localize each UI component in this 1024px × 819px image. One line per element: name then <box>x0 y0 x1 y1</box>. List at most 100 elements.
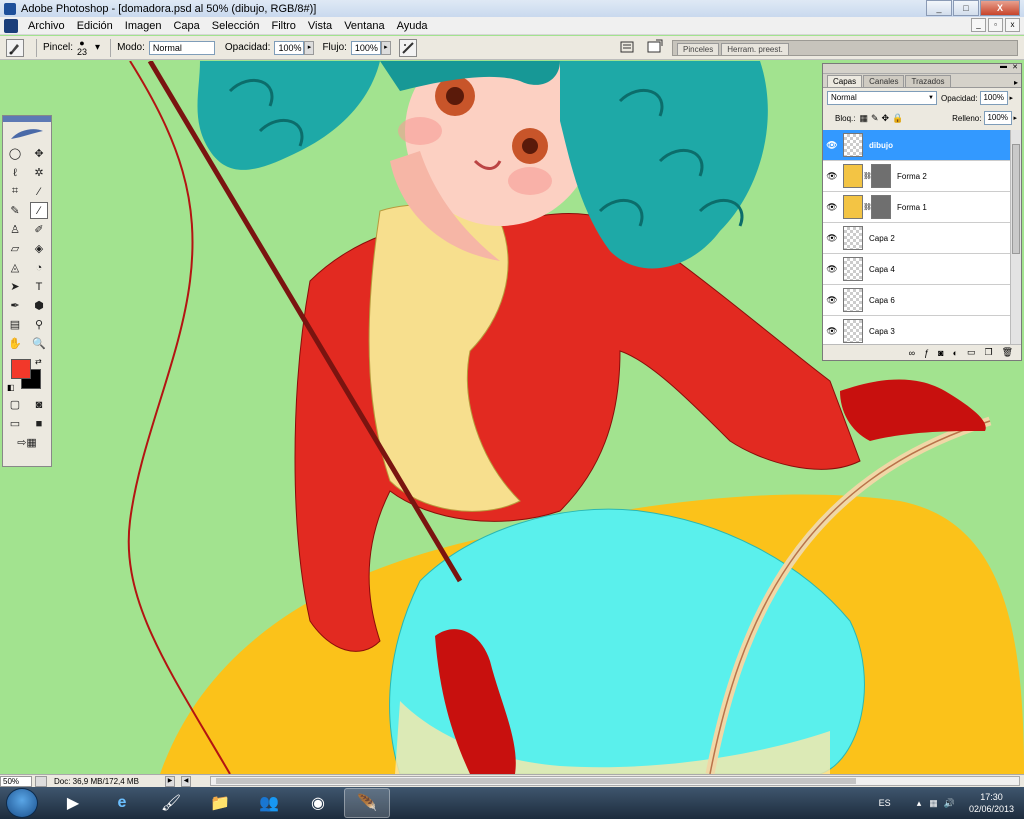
taskbar-photoshop-icon[interactable]: 🪶 <box>344 788 390 818</box>
chevron-down-icon[interactable]: ▾ <box>95 42 100 53</box>
layer-row-capa-3[interactable]: 👁 Capa 3 <box>823 316 1011 347</box>
taskbar-chrome-icon[interactable]: ◉ <box>295 788 341 818</box>
blend-mode-select[interactable]: Normal <box>827 91 937 105</box>
close-button[interactable]: X <box>980 0 1020 16</box>
brush-tool-icon[interactable]: ∕ <box>30 202 48 219</box>
minimize-button[interactable]: _ <box>926 0 952 16</box>
layer-row-capa-2[interactable]: 👁 Capa 2 <box>823 223 1011 254</box>
zoom-tool-icon[interactable]: 🔍 <box>30 335 48 352</box>
tab-capas[interactable]: Capas <box>827 75 863 87</box>
layer-row-forma-1[interactable]: 👁 ⛓ Forma 1 <box>823 192 1011 223</box>
menu-imagen[interactable]: Imagen <box>119 20 168 32</box>
flow-input[interactable]: 100% <box>350 40 381 55</box>
foreground-color-swatch[interactable] <box>11 359 31 379</box>
fill-slider-button[interactable]: ▸ <box>1013 114 1017 122</box>
airbrush-button[interactable] <box>398 38 417 57</box>
maximize-button[interactable]: □ <box>953 0 979 16</box>
eraser-tool-icon[interactable]: ▱ <box>6 240 24 257</box>
scroll-left-icon[interactable]: ◀ <box>181 775 191 787</box>
lock-position-icon[interactable]: ✥ <box>882 113 890 124</box>
show-hidden-icons-icon[interactable]: ▴ <box>917 798 922 809</box>
horizontal-scrollbar[interactable] <box>210 776 1020 786</box>
taskbar-paint-icon[interactable]: 🖌 <box>148 788 194 818</box>
flow-slider-button[interactable]: ▸ <box>380 40 391 55</box>
slice-tool-icon[interactable]: ⁄ <box>30 183 48 200</box>
taskbar-internet-explorer-icon[interactable]: e <box>99 788 145 818</box>
eyedropper-tool-icon[interactable]: ⚲ <box>30 316 48 333</box>
lock-transparency-icon[interactable]: ▦ <box>859 113 868 124</box>
doc-restore-button[interactable]: ▫ <box>988 18 1003 32</box>
start-button[interactable] <box>6 788 38 818</box>
lock-all-icon[interactable]: 🔒 <box>892 113 903 124</box>
taskbar-explorer-icon[interactable]: 📁 <box>197 788 243 818</box>
blur-tool-icon[interactable]: ◬ <box>6 259 24 276</box>
layer-row-capa-4[interactable]: 👁 Capa 4 <box>823 254 1011 285</box>
lock-pixels-icon[interactable]: ✎ <box>871 113 879 124</box>
eye-icon[interactable]: 👁 <box>823 171 841 182</box>
menu-filtro[interactable]: Filtro <box>265 20 301 32</box>
language-indicator[interactable]: ES <box>879 798 891 808</box>
eye-icon[interactable]: 👁 <box>823 264 841 275</box>
paint-bucket-tool-icon[interactable]: ◈ <box>30 240 48 257</box>
magic-wand-tool-icon[interactable]: ✲ <box>30 164 48 181</box>
marquee-tool-icon[interactable]: ◯ <box>6 145 24 162</box>
dodge-tool-icon[interactable]: ◔ <box>30 259 48 276</box>
jump-to-imageready-icon[interactable]: ⇨▦ <box>7 434 47 451</box>
taskbar-media-player-icon[interactable]: ▶ <box>50 788 96 818</box>
standard-mode-icon[interactable]: ▢ <box>6 396 24 413</box>
history-brush-tool-icon[interactable]: ✐ <box>30 221 48 238</box>
doc-close-button[interactable]: x <box>1005 18 1020 32</box>
zoom-field[interactable]: 50% <box>0 775 32 787</box>
mode-select[interactable]: Normal <box>148 40 215 55</box>
clock[interactable]: 17:30 02/06/2013 <box>969 791 1014 815</box>
tab-canales[interactable]: Canales <box>863 75 905 87</box>
eye-icon[interactable]: 👁 <box>823 202 841 213</box>
taskbar-messenger-icon[interactable]: 👥 <box>246 788 292 818</box>
panel-menu-icon[interactable]: ▸ <box>1014 78 1021 87</box>
pen-tool-icon[interactable]: ✒ <box>6 297 24 314</box>
status-preview-icon[interactable] <box>35 775 47 787</box>
swap-colors-icon[interactable]: ⇄ <box>35 357 42 366</box>
tool-preset-picker[interactable] <box>6 38 24 57</box>
scrollbar-thumb[interactable] <box>216 778 856 784</box>
well-tab-herram-preest[interactable]: Herram. preest. <box>721 43 789 55</box>
feather-logo-icon[interactable] <box>3 122 51 144</box>
menu-ayuda[interactable]: Ayuda <box>391 20 434 32</box>
screen-mode-standard-icon[interactable]: ▭ <box>6 415 24 432</box>
network-icon[interactable]: ▦ <box>929 798 938 809</box>
add-mask-icon[interactable]: ◙ <box>938 348 943 358</box>
status-menu-arrow-icon[interactable]: ▶ <box>165 775 175 787</box>
panel-close-button[interactable]: ✕ <box>1012 63 1018 71</box>
opacity-slider-button[interactable]: ▸ <box>304 40 315 55</box>
move-tool-icon[interactable]: ✥ <box>30 145 48 162</box>
menu-vista[interactable]: Vista <box>302 20 338 32</box>
delete-layer-icon[interactable]: 🗑 <box>1002 347 1013 358</box>
menu-edicion[interactable]: Edición <box>71 20 119 32</box>
file-browser-icon[interactable] <box>646 39 664 55</box>
crop-tool-icon[interactable]: ⌗ <box>6 183 24 200</box>
well-tab-pinceles[interactable]: Pinceles <box>677 43 720 55</box>
fill-input[interactable]: 100% <box>984 111 1013 125</box>
scrollbar-thumb[interactable] <box>1012 144 1020 254</box>
brush-size-picker[interactable]: ● 23 <box>77 38 87 57</box>
default-colors-icon[interactable]: ◧ <box>7 383 15 392</box>
healing-brush-tool-icon[interactable]: ✎ <box>6 202 24 219</box>
menu-ventana[interactable]: Ventana <box>338 20 390 32</box>
clone-stamp-tool-icon[interactable]: ♙ <box>6 221 24 238</box>
menu-capa[interactable]: Capa <box>167 20 205 32</box>
eye-icon[interactable]: 👁 <box>823 295 841 306</box>
adjustment-layer-icon[interactable]: ◐ <box>953 348 958 358</box>
new-group-icon[interactable]: ▭ <box>967 347 976 358</box>
doc-minimize-button[interactable]: _ <box>971 18 986 32</box>
eye-icon[interactable]: 👁 <box>823 326 841 337</box>
layer-row-dibujo[interactable]: 👁 dibujo <box>823 130 1011 161</box>
hand-tool-icon[interactable]: ✋ <box>6 335 24 352</box>
layer-row-capa-6[interactable]: 👁 Capa 6 <box>823 285 1011 316</box>
screen-mode-full-icon[interactable]: ■ <box>30 415 48 432</box>
link-layers-icon[interactable]: ∞ <box>909 348 915 358</box>
layers-scrollbar[interactable] <box>1010 130 1021 346</box>
tab-trazados[interactable]: Trazados <box>905 75 951 87</box>
panel-minimize-button[interactable]: ▬ <box>1000 63 1007 70</box>
type-tool-icon[interactable]: T <box>30 278 48 295</box>
menu-seleccion[interactable]: Selección <box>206 20 266 32</box>
